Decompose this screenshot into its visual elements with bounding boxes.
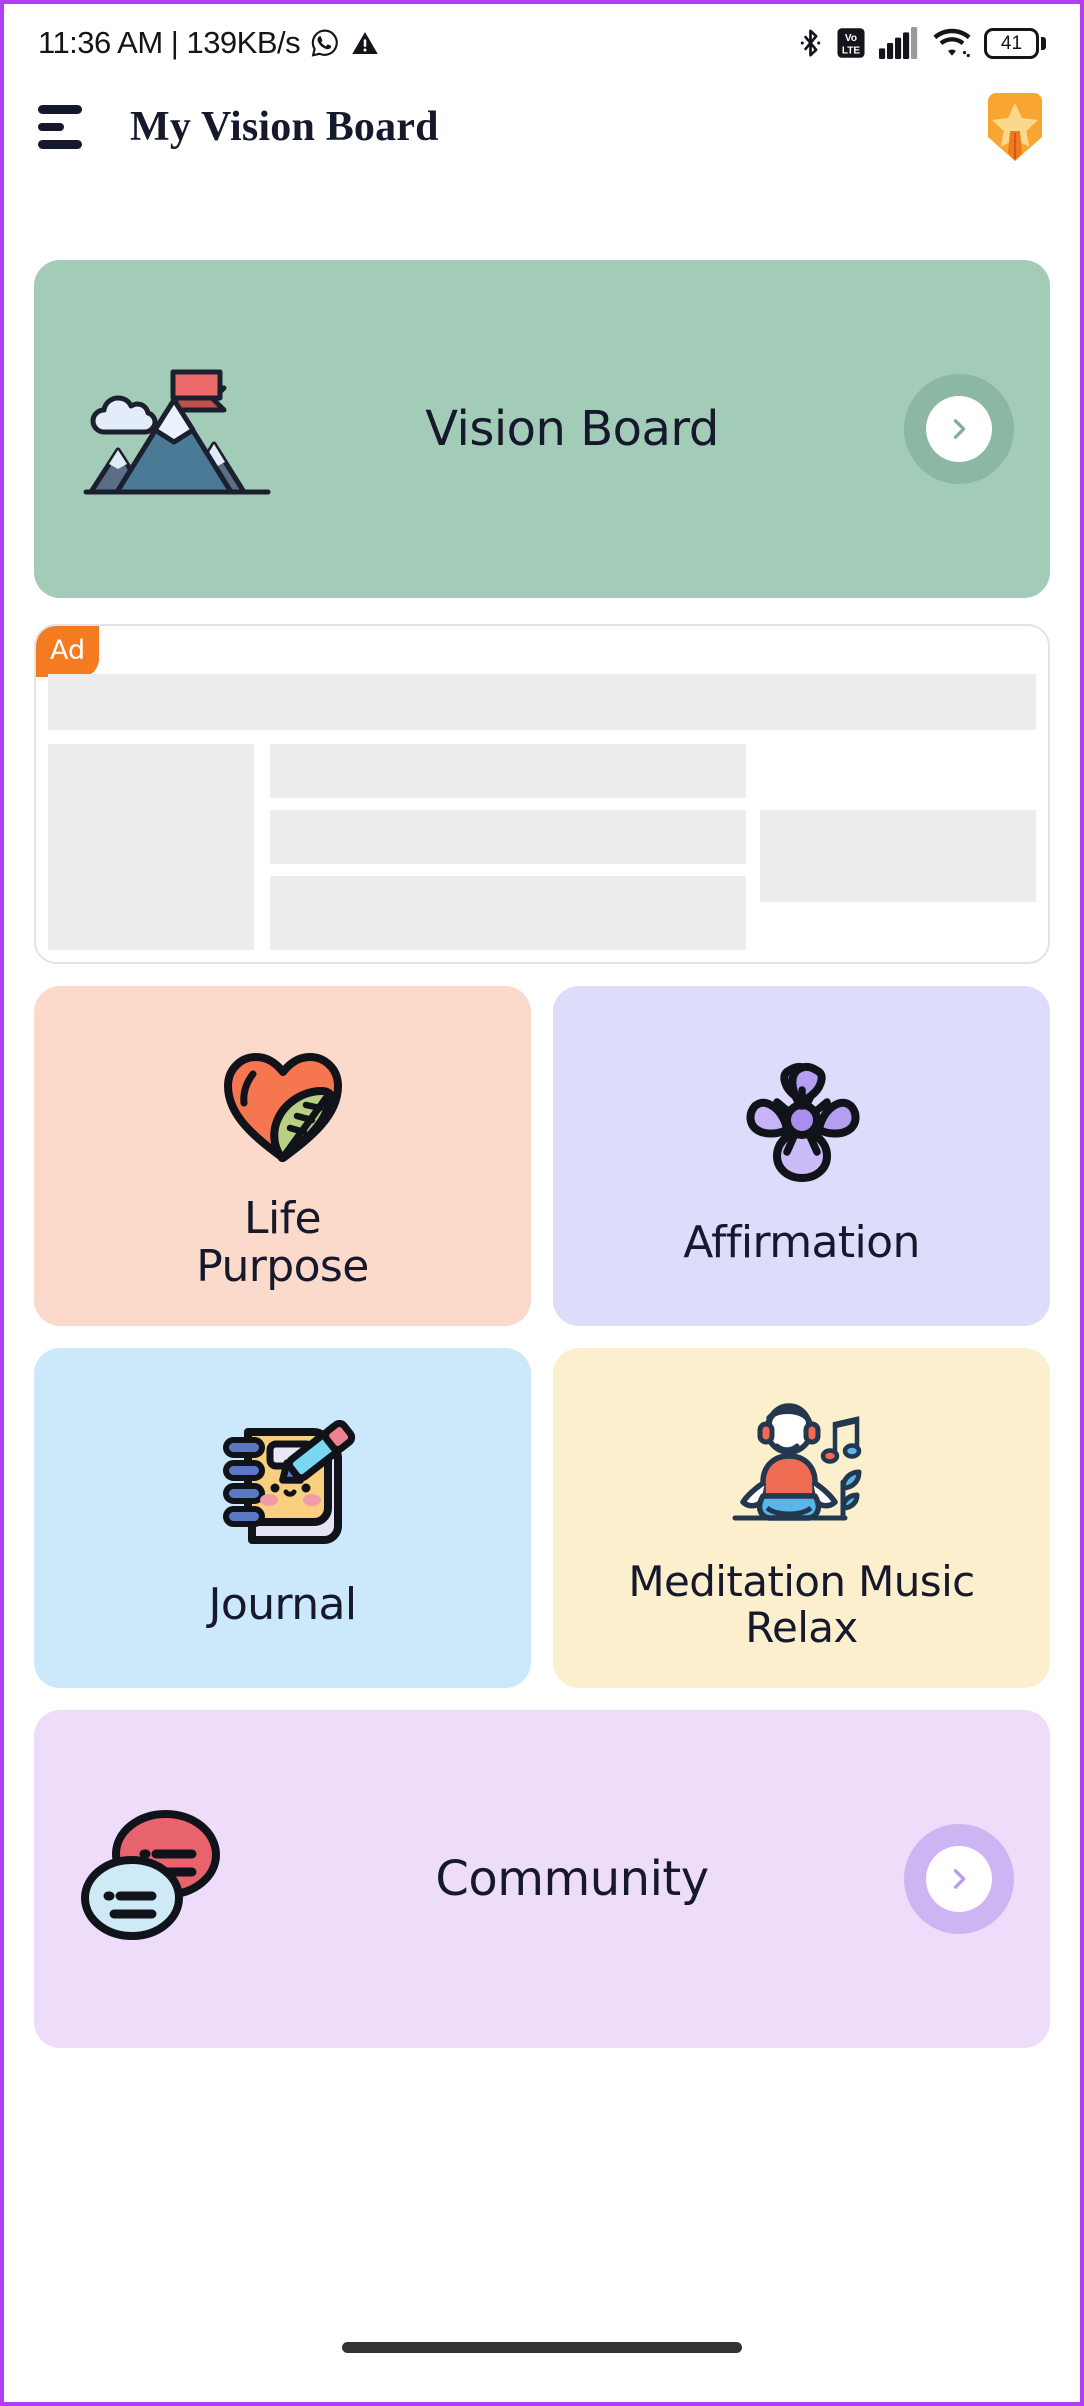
- notebook-pencil-icon: [208, 1407, 358, 1559]
- svg-text:Vo: Vo: [845, 33, 857, 44]
- flower-icon: [727, 1045, 877, 1197]
- battery-icon: 41: [984, 27, 1046, 59]
- heart-leaf-icon: [208, 1021, 358, 1173]
- main-content: Vision Board Ad Life Purpose Affirmation…: [4, 172, 1080, 2048]
- status-bar-left: 11:36 AM | 139KB/s: [38, 25, 380, 61]
- status-bar: 11:36 AM | 139KB/s Vo LTE 41: [4, 4, 1080, 82]
- ad-skeleton-line: [270, 810, 746, 864]
- ad-badge-label: Ad: [36, 626, 100, 677]
- svg-text:LTE: LTE: [842, 45, 861, 56]
- status-bar-right: Vo LTE 41: [797, 26, 1046, 60]
- volte-icon: Vo LTE: [837, 28, 865, 58]
- ad-skeleton-banner: [48, 674, 1036, 730]
- app-bar: My Vision Board: [4, 82, 1080, 172]
- system-navigation-bar: [4, 2292, 1080, 2402]
- hamburger-menu-icon[interactable]: [38, 105, 82, 150]
- battery-percentage: 41: [1000, 32, 1023, 54]
- meditation-label-line2: Relax: [745, 1603, 858, 1652]
- ad-skeleton-image: [48, 744, 254, 950]
- phone-screen: 11:36 AM | 139KB/s Vo LTE 41 My Vision B…: [0, 0, 1084, 2406]
- cellular-signal-icon: [879, 27, 918, 59]
- community-arrow-button[interactable]: [904, 1824, 1014, 1934]
- feature-grid-row-2: Journal Meditation Music Relax: [34, 1348, 1050, 1688]
- vision-board-card[interactable]: Vision Board: [34, 260, 1050, 598]
- feature-grid-row-1: Life Purpose Affirmation: [34, 986, 1050, 1326]
- page-title: My Vision Board: [130, 104, 439, 150]
- community-label: Community: [435, 1851, 709, 1907]
- chevron-right-icon: [953, 419, 966, 439]
- vision-board-arrow-button[interactable]: [904, 374, 1014, 484]
- home-indicator-pill[interactable]: [342, 2341, 742, 2353]
- star-shield-badge-icon[interactable]: [984, 91, 1046, 163]
- affirmation-card[interactable]: Affirmation: [553, 986, 1050, 1326]
- life-purpose-label-line1: Life: [244, 1192, 322, 1244]
- wifi-icon: [933, 28, 971, 58]
- ad-skeleton-body: [48, 674, 1036, 950]
- life-purpose-card[interactable]: Life Purpose: [34, 986, 531, 1326]
- community-card[interactable]: Community: [34, 1710, 1050, 2048]
- bluetooth-icon: [800, 29, 821, 57]
- chevron-right-icon: [953, 1869, 966, 1889]
- whatsapp-icon: [311, 29, 338, 57]
- status-time-and-network-speed: 11:36 AM | 139KB/s: [38, 25, 301, 60]
- advertisement-placeholder[interactable]: Ad: [34, 624, 1050, 964]
- ad-skeleton-cta: [760, 810, 1036, 902]
- journal-card[interactable]: Journal: [34, 1348, 531, 1688]
- meditation-music-relax-label: Meditation Music Relax: [628, 1556, 975, 1652]
- affirmation-label: Affirmation: [683, 1216, 920, 1268]
- warning-triangle-icon: [352, 32, 378, 54]
- vision-board-label: Vision Board: [425, 401, 719, 457]
- ad-skeleton-line: [270, 876, 746, 950]
- meditation-label-line1: Meditation Music: [628, 1556, 975, 1606]
- meditation-person-icon: [727, 1385, 877, 1537]
- journal-label: Journal: [208, 1578, 358, 1630]
- meditation-music-relax-card[interactable]: Meditation Music Relax: [553, 1348, 1050, 1688]
- life-purpose-label-line2: Purpose: [196, 1241, 369, 1292]
- life-purpose-label: Life Purpose: [196, 1192, 369, 1292]
- ad-skeleton-line: [270, 744, 746, 798]
